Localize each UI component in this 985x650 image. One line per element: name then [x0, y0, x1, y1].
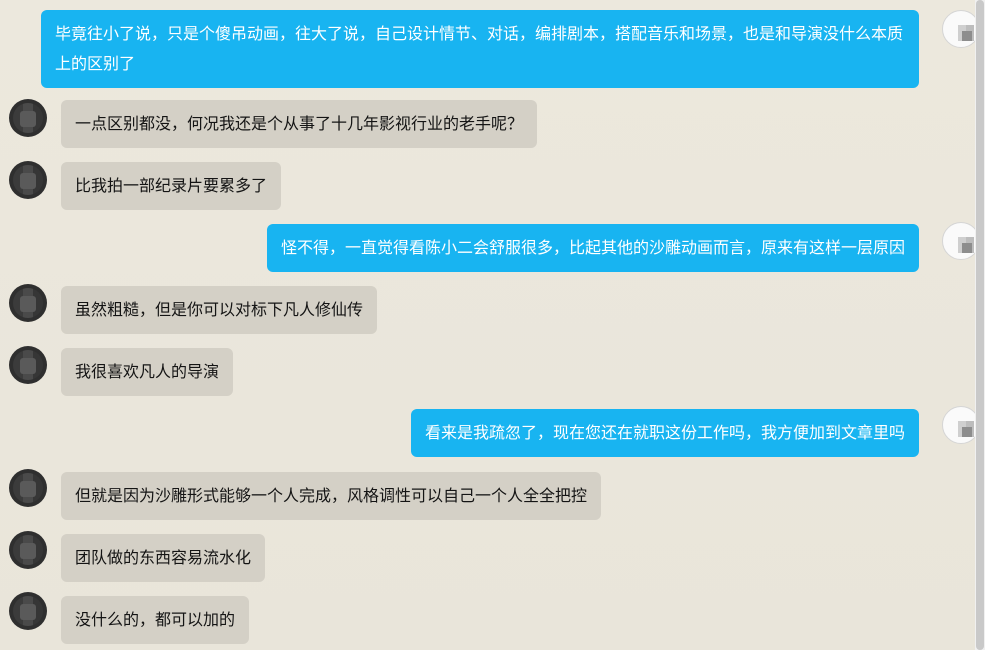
avatar-mosaic	[13, 596, 43, 626]
other-message-bubble[interactable]: 团队做的东西容易流水化	[61, 534, 266, 582]
message-text: 但就是因为沙雕形式能够一个人完成，风格调性可以自己一个人全全把控	[75, 486, 588, 505]
contact-avatar[interactable]	[9, 99, 47, 137]
message-row-other: 但就是因为沙雕形式能够一个人完成，风格调性可以自己一个人全全把控	[0, 469, 975, 520]
message-row-self: 看来是我疏忽了，现在您还在就职这份工作吗，我方便加到文章里吗	[0, 406, 980, 457]
message-row-other: 一点区别都没，何况我还是个从事了十几年影视行业的老手呢？	[0, 99, 975, 148]
other-message-bubble[interactable]: 比我拍一部纪录片要累多了	[61, 162, 282, 210]
other-message-bubble[interactable]: 一点区别都没，何况我还是个从事了十几年影视行业的老手呢？	[61, 100, 538, 148]
other-message-bubble[interactable]: 没什么的，都可以加的	[61, 596, 250, 644]
contact-avatar[interactable]	[9, 161, 47, 199]
avatar-mosaic	[958, 237, 974, 253]
message-text: 毕竟往小了说，只是个傻吊动画，往大了说，自己设计情节、对话，编排剧本，搭配音乐和…	[55, 24, 904, 73]
message-row-self: 怪不得，一直觉得看陈小二会舒服很多，比起其他的沙雕动画而言，原来有这样一层原因	[0, 222, 980, 272]
avatar-mosaic	[958, 421, 974, 437]
avatar-mosaic	[13, 535, 43, 565]
chat-history[interactable]: 毕竟往小了说，只是个傻吊动画，往大了说，自己设计情节、对话，编排剧本，搭配音乐和…	[0, 0, 980, 650]
avatar-mosaic	[13, 165, 43, 195]
message-text: 我很喜欢凡人的导演	[75, 362, 220, 381]
contact-avatar[interactable]	[9, 469, 47, 507]
contact-avatar[interactable]	[9, 346, 47, 384]
contact-avatar[interactable]	[9, 284, 47, 322]
message-text: 比我拍一部纪录片要累多了	[75, 176, 268, 195]
avatar-mosaic	[958, 25, 974, 41]
self-message-bubble[interactable]: 怪不得，一直觉得看陈小二会舒服很多，比起其他的沙雕动画而言，原来有这样一层原因	[266, 224, 919, 272]
vertical-scrollbar[interactable]	[975, 0, 985, 650]
contact-avatar[interactable]	[9, 592, 47, 630]
avatar-mosaic	[13, 288, 43, 318]
other-message-bubble[interactable]: 我很喜欢凡人的导演	[61, 348, 234, 396]
message-row-other: 我很喜欢凡人的导演	[0, 346, 975, 396]
message-text: 没什么的，都可以加的	[75, 610, 236, 629]
other-message-bubble[interactable]: 虽然粗糙，但是你可以对标下凡人修仙传	[61, 286, 378, 334]
message-row-other: 没什么的，都可以加的	[0, 592, 975, 644]
avatar-mosaic	[13, 350, 43, 380]
scrollbar-thumb[interactable]	[976, 0, 984, 650]
message-text: 虽然粗糙，但是你可以对标下凡人修仙传	[75, 300, 364, 319]
message-text: 团队做的东西容易流水化	[75, 548, 252, 567]
avatar-mosaic	[13, 103, 43, 133]
other-message-bubble[interactable]: 但就是因为沙雕形式能够一个人完成，风格调性可以自己一个人全全把控	[61, 472, 602, 520]
message-row-other: 比我拍一部纪录片要累多了	[0, 161, 975, 210]
message-text: 怪不得，一直觉得看陈小二会舒服很多，比起其他的沙雕动画而言，原来有这样一层原因	[280, 238, 905, 257]
self-message-bubble[interactable]: 看来是我疏忽了，现在您还在就职这份工作吗，我方便加到文章里吗	[410, 409, 919, 457]
message-row-other: 虽然粗糙，但是你可以对标下凡人修仙传	[0, 284, 975, 334]
message-text: 看来是我疏忽了，现在您还在就职这份工作吗，我方便加到文章里吗	[424, 423, 905, 442]
contact-avatar[interactable]	[9, 531, 47, 569]
self-message-bubble[interactable]: 毕竟往小了说，只是个傻吊动画，往大了说，自己设计情节、对话，编排剧本，搭配音乐和…	[41, 10, 919, 88]
message-row-other: 团队做的东西容易流水化	[0, 531, 975, 582]
avatar-mosaic	[13, 473, 43, 503]
message-row-self: 毕竟往小了说，只是个傻吊动画，往大了说，自己设计情节、对话，编排剧本，搭配音乐和…	[0, 6, 980, 92]
message-text: 一点区别都没，何况我还是个从事了十几年影视行业的老手呢？	[75, 114, 524, 133]
